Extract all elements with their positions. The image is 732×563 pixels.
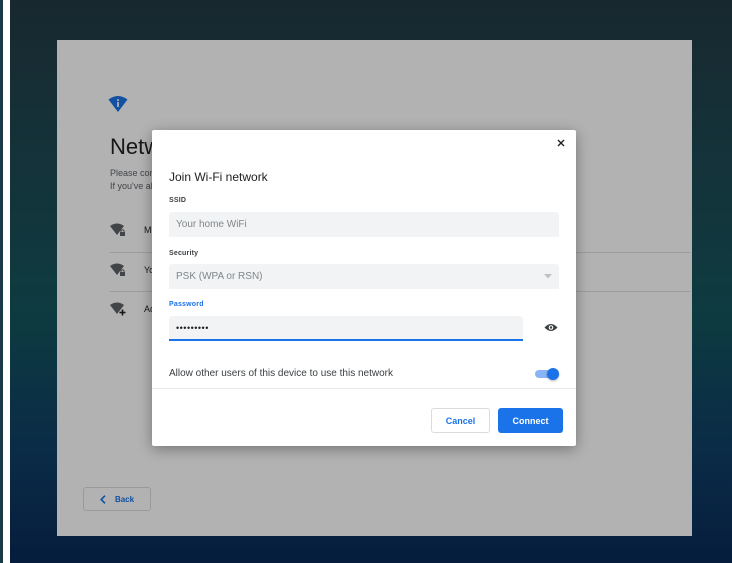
close-button[interactable] xyxy=(552,134,570,152)
dialog-title: Join Wi-Fi network xyxy=(169,170,268,184)
share-network-toggle[interactable] xyxy=(535,368,559,380)
password-label: Password xyxy=(169,301,204,308)
ssid-label: SSID xyxy=(169,197,187,204)
close-icon xyxy=(557,134,565,152)
join-wifi-dialog: Join Wi-Fi network SSID Your home WiFi S… xyxy=(152,130,576,446)
show-password-button[interactable] xyxy=(542,320,560,336)
left-edge-strip xyxy=(0,0,3,563)
dialog-divider xyxy=(152,388,576,389)
cancel-button-label: Cancel xyxy=(445,415,476,426)
security-label: Security xyxy=(169,250,199,257)
ssid-input[interactable]: Your home WiFi xyxy=(169,212,559,237)
caret-down-icon xyxy=(544,274,552,279)
connect-button[interactable]: Connect xyxy=(498,408,563,433)
password-input[interactable]: ••••••••• xyxy=(169,316,523,341)
toggle-knob xyxy=(547,368,559,380)
ssid-placeholder: Your home WiFi xyxy=(176,219,247,230)
password-value: ••••••••• xyxy=(176,322,209,333)
share-network-label: Allow other users of this device to use … xyxy=(169,368,393,379)
eye-icon xyxy=(544,319,558,337)
security-select[interactable]: PSK (WPA or RSN) xyxy=(169,264,559,289)
connect-button-label: Connect xyxy=(512,415,549,426)
cancel-button[interactable]: Cancel xyxy=(431,408,490,433)
security-value: PSK (WPA or RSN) xyxy=(176,271,263,282)
